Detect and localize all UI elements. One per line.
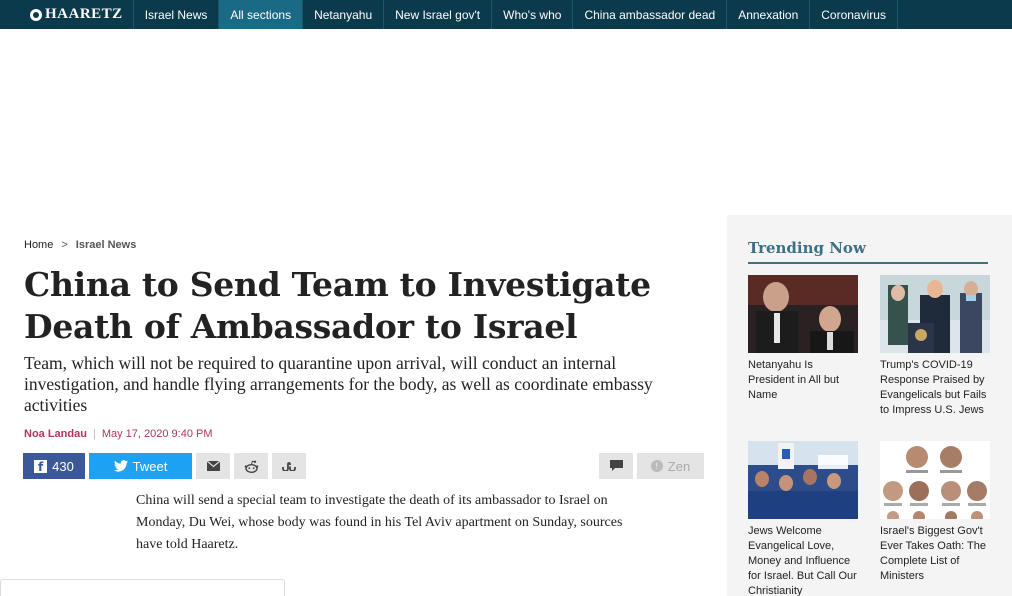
bottom-sticky-card: [0, 579, 285, 596]
nav-item-israel-news[interactable]: Israel News: [134, 0, 220, 29]
trending-thumbnail-ministers[interactable]: [880, 441, 990, 519]
reddit-share-button[interactable]: [234, 453, 268, 479]
nav-item-new-israel-govt[interactable]: New Israel gov't: [384, 0, 493, 29]
trending-caption[interactable]: Netanyahu Is President in All but Name: [748, 358, 858, 403]
comment-bubble-icon: [609, 460, 623, 471]
zen-label: Zen: [667, 458, 691, 474]
article-subhead: Team, which will not be required to quar…: [24, 353, 653, 415]
trending-item[interactable]: Trump's COVID-19 Response Praised by Eva…: [880, 275, 990, 418]
share-bar: f 430 Tweet: [23, 453, 306, 479]
nav-item-netanyahu[interactable]: Netanyahu: [303, 0, 385, 29]
breadcrumb-israel-news[interactable]: Israel News: [76, 239, 137, 251]
ad-banner-area: [0, 29, 1012, 215]
email-share-button[interactable]: [196, 453, 230, 479]
trending-thumbnail-evangelicals[interactable]: [748, 441, 858, 519]
haaretz-logo[interactable]: HAARETZ: [0, 0, 134, 29]
nav-item-annexation[interactable]: Annexation: [727, 0, 811, 29]
trending-sidebar: Trending Now Netanyahu Is President in A…: [727, 215, 1012, 596]
trending-thumbnail-trump[interactable]: [880, 275, 990, 353]
nav-item-coronavirus[interactable]: Coronavirus: [810, 0, 898, 29]
facebook-icon: f: [34, 459, 48, 474]
trending-divider: [748, 262, 988, 264]
stumbleupon-icon: [282, 462, 296, 471]
tweet-button[interactable]: Tweet: [89, 453, 192, 479]
trending-item[interactable]: Jews Welcome Evangelical Love, Money and…: [748, 441, 858, 596]
trending-caption[interactable]: Jews Welcome Evangelical Love, Money and…: [748, 524, 858, 596]
nav-item-whos-who[interactable]: Who's who: [492, 0, 574, 29]
logo-text: HAARETZ: [45, 6, 123, 22]
article-body-paragraph: China will send a special team to invest…: [136, 493, 623, 552]
trending-item[interactable]: Netanyahu Is President in All but Name: [748, 275, 858, 403]
reddit-icon: [244, 460, 258, 473]
trending-item[interactable]: Israel's Biggest Gov't Ever Takes Oath: …: [880, 441, 990, 584]
breadcrumb-separator: >: [61, 239, 68, 251]
trending-caption[interactable]: Trump's COVID-19 Response Praised by Eva…: [880, 358, 990, 418]
byline: Noa Landau | May 17, 2020 9:40 PM: [24, 428, 213, 440]
stumbleupon-share-button[interactable]: [272, 453, 306, 479]
publish-date: May 17, 2020 9:40 PM: [101, 428, 213, 440]
author-link[interactable]: Noa Landau: [24, 428, 87, 440]
zen-mode-button[interactable]: ! Zen: [637, 453, 704, 479]
top-nav: HAARETZ Israel News All sections Netanya…: [0, 0, 1012, 29]
byline-separator: |: [92, 428, 96, 440]
logo-mark-icon: [30, 8, 42, 21]
breadcrumb-home[interactable]: Home: [24, 239, 53, 251]
info-icon: !: [650, 460, 663, 472]
breadcrumb: Home > Israel News: [24, 239, 136, 251]
nav-item-all-sections[interactable]: All sections: [219, 0, 304, 29]
envelope-icon: [206, 461, 220, 471]
trending-thumbnail-netanyahu[interactable]: [748, 275, 858, 353]
facebook-share-button[interactable]: f 430: [23, 453, 85, 479]
twitter-bird-icon: [113, 460, 128, 472]
article-headline: China to Send Team to Investigate Death …: [24, 265, 651, 346]
trending-caption[interactable]: Israel's Biggest Gov't Ever Takes Oath: …: [880, 524, 990, 584]
article-tools: ! Zen: [599, 453, 704, 479]
nav-item-china-ambassador[interactable]: China ambassador dead: [573, 0, 728, 29]
facebook-count: 430: [52, 458, 74, 474]
comments-button[interactable]: [599, 453, 633, 479]
tweet-label: Tweet: [132, 458, 168, 474]
trending-title: Trending Now: [748, 239, 866, 257]
